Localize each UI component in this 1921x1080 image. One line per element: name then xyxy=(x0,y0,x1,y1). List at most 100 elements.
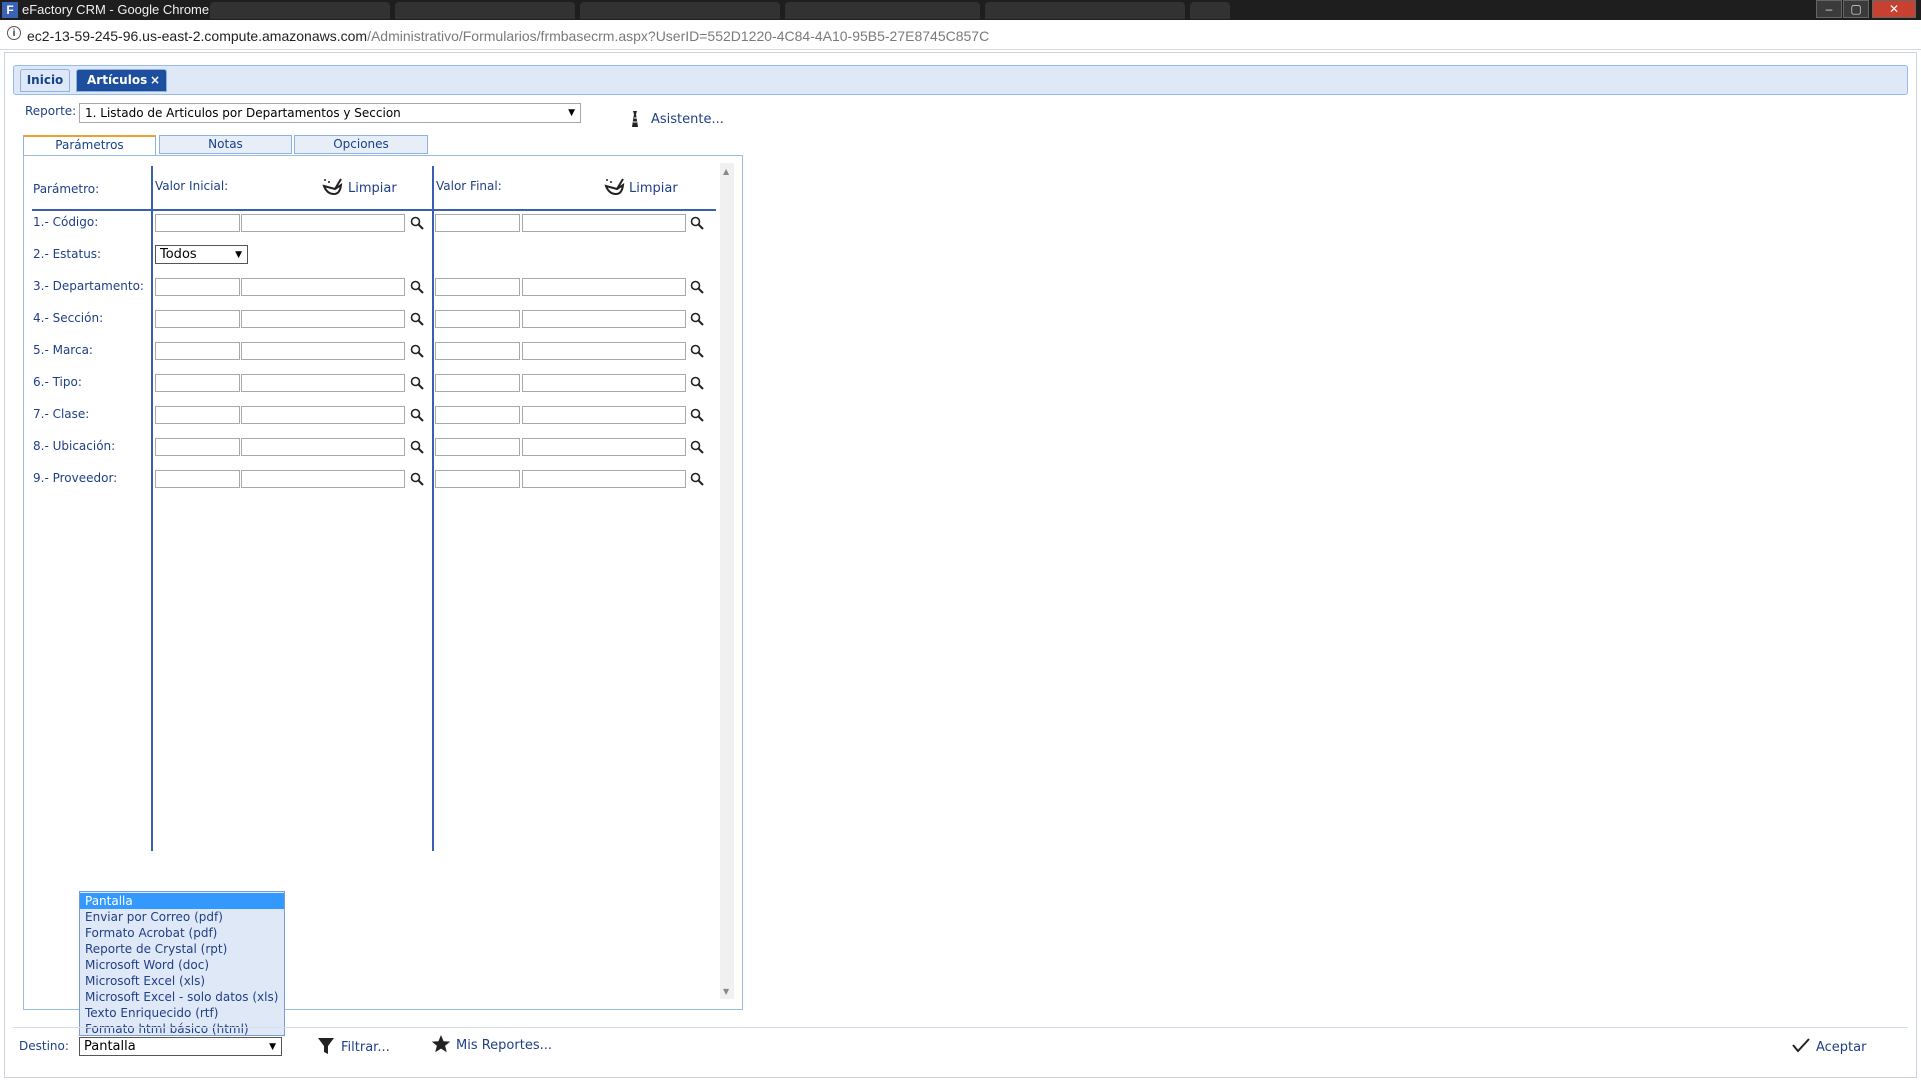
search-icon[interactable] xyxy=(410,312,424,326)
maximize-button[interactable]: ▢ xyxy=(1843,0,1869,18)
param-initial-code-input[interactable] xyxy=(155,470,240,488)
param-final-description-input[interactable] xyxy=(522,310,686,328)
search-icon[interactable] xyxy=(690,472,704,486)
param-final-code-input[interactable] xyxy=(435,470,520,488)
checkmark-icon[interactable] xyxy=(1792,1037,1810,1053)
column-header-parameter: Parámetro: xyxy=(33,182,100,196)
broom-icon[interactable] xyxy=(321,177,343,197)
destination-option[interactable]: Microsoft Word (doc) xyxy=(80,957,284,973)
param-final-code-input[interactable] xyxy=(435,438,520,456)
tab-notes[interactable]: Notas xyxy=(159,135,292,154)
search-icon[interactable] xyxy=(690,344,704,358)
param-final-code-input[interactable] xyxy=(435,310,520,328)
param-final-description-input[interactable] xyxy=(522,278,686,296)
search-icon[interactable] xyxy=(690,312,704,326)
browser-tab[interactable] xyxy=(580,2,780,19)
param-label-proveedor: 9.- Proveedor: xyxy=(33,471,118,485)
scroll-up-arrow-icon[interactable]: ▲ xyxy=(723,167,729,176)
search-icon[interactable] xyxy=(690,408,704,422)
param-final-description-input[interactable] xyxy=(522,374,686,392)
param-initial-code-input[interactable] xyxy=(155,214,240,232)
param-initial-description-input[interactable] xyxy=(241,278,405,296)
star-icon[interactable] xyxy=(431,1034,451,1054)
site-info-icon[interactable]: i xyxy=(7,26,21,40)
param-final-description-input[interactable] xyxy=(522,406,686,424)
param-initial-description-input[interactable] xyxy=(241,214,405,232)
filter-button[interactable]: Filtrar... xyxy=(341,1040,390,1055)
tab-inicio[interactable]: Inicio xyxy=(20,69,70,92)
param-final-code-input[interactable] xyxy=(435,278,520,296)
param-final-code-input[interactable] xyxy=(435,374,520,392)
chevron-down-icon: ▼ xyxy=(568,108,575,118)
destination-option[interactable]: Texto Enriquecido (rtf) xyxy=(80,1005,284,1021)
param-initial-description-input[interactable] xyxy=(241,310,405,328)
param-final-code-input[interactable] xyxy=(435,214,520,232)
url-text[interactable]: ec2-13-59-245-96.us-east-2.compute.amazo… xyxy=(27,28,989,44)
param-initial-code-input[interactable] xyxy=(155,438,240,456)
assistant-link[interactable]: Asistente... xyxy=(651,112,724,127)
search-icon[interactable] xyxy=(410,216,424,230)
param-initial-code-input[interactable] xyxy=(155,278,240,296)
param-initial-description-input[interactable] xyxy=(241,470,405,488)
status-select[interactable]: Todos ▼ xyxy=(155,245,248,264)
search-icon[interactable] xyxy=(690,440,704,454)
param-final-code-input[interactable] xyxy=(435,406,520,424)
param-initial-code-input[interactable] xyxy=(155,406,240,424)
tab-parameters[interactable]: Parámetros xyxy=(23,135,156,155)
broom-icon[interactable] xyxy=(603,177,625,197)
bottom-separator xyxy=(13,1027,1908,1028)
browser-tab[interactable] xyxy=(210,2,390,19)
close-window-button[interactable]: ✕ xyxy=(1872,0,1916,18)
destination-options-list[interactable]: Pantalla Enviar por Correo (pdf) Formato… xyxy=(79,891,285,1036)
close-tab-icon[interactable]: × xyxy=(150,73,160,87)
scroll-down-arrow-icon[interactable]: ▼ xyxy=(723,987,729,996)
clear-initial-button[interactable]: Limpiar xyxy=(348,181,397,196)
browser-tab[interactable] xyxy=(395,2,575,19)
destination-option[interactable]: Formato Acrobat (pdf) xyxy=(80,925,284,941)
wizard-icon[interactable] xyxy=(628,110,642,128)
destination-option[interactable]: Microsoft Excel (xls) xyxy=(80,973,284,989)
param-final-description-input[interactable] xyxy=(522,214,686,232)
search-icon[interactable] xyxy=(690,376,704,390)
browser-tab[interactable] xyxy=(785,2,980,19)
report-select[interactable]: 1. Listado de Articulos por Departamento… xyxy=(79,103,581,123)
destination-option[interactable]: Microsoft Excel - solo datos (xls) xyxy=(80,989,284,1005)
panel-scrollbar[interactable] xyxy=(720,163,734,999)
accept-button[interactable]: Aceptar xyxy=(1816,1040,1866,1055)
destination-option[interactable]: Reporte de Crystal (rpt) xyxy=(80,941,284,957)
header-divider xyxy=(32,209,716,211)
window-title: eFactory CRM - Google Chrome xyxy=(22,2,210,17)
minimize-button[interactable]: ‒ xyxy=(1816,0,1842,18)
search-icon[interactable] xyxy=(690,216,704,230)
search-icon[interactable] xyxy=(410,408,424,422)
search-icon[interactable] xyxy=(690,280,704,294)
param-initial-code-input[interactable] xyxy=(155,310,240,328)
destination-label: Destino: xyxy=(19,1039,69,1053)
destination-option[interactable]: Formato html básico (html) xyxy=(80,1021,284,1037)
my-reports-button[interactable]: Mis Reportes... xyxy=(456,1038,552,1053)
param-initial-description-input[interactable] xyxy=(241,406,405,424)
search-icon[interactable] xyxy=(410,440,424,454)
clear-final-button[interactable]: Limpiar xyxy=(629,181,678,196)
param-initial-code-input[interactable] xyxy=(155,374,240,392)
destination-option[interactable]: Pantalla xyxy=(80,893,284,909)
destination-option[interactable]: Enviar por Correo (pdf) xyxy=(80,909,284,925)
param-initial-description-input[interactable] xyxy=(241,342,405,360)
param-final-description-input[interactable] xyxy=(522,470,686,488)
param-initial-description-input[interactable] xyxy=(241,374,405,392)
search-icon[interactable] xyxy=(410,376,424,390)
param-initial-description-input[interactable] xyxy=(241,438,405,456)
browser-tab[interactable] xyxy=(985,2,1185,19)
param-initial-code-input[interactable] xyxy=(155,342,240,360)
param-final-code-input[interactable] xyxy=(435,342,520,360)
browser-tab[interactable] xyxy=(1190,2,1230,19)
filter-icon[interactable] xyxy=(317,1036,335,1056)
search-icon[interactable] xyxy=(410,280,424,294)
search-icon[interactable] xyxy=(410,344,424,358)
param-final-description-input[interactable] xyxy=(522,342,686,360)
destination-select[interactable]: Pantalla ▼ xyxy=(79,1037,282,1056)
tab-options[interactable]: Opciones xyxy=(294,135,428,154)
param-final-description-input[interactable] xyxy=(522,438,686,456)
column-divider xyxy=(432,166,434,851)
search-icon[interactable] xyxy=(410,472,424,486)
